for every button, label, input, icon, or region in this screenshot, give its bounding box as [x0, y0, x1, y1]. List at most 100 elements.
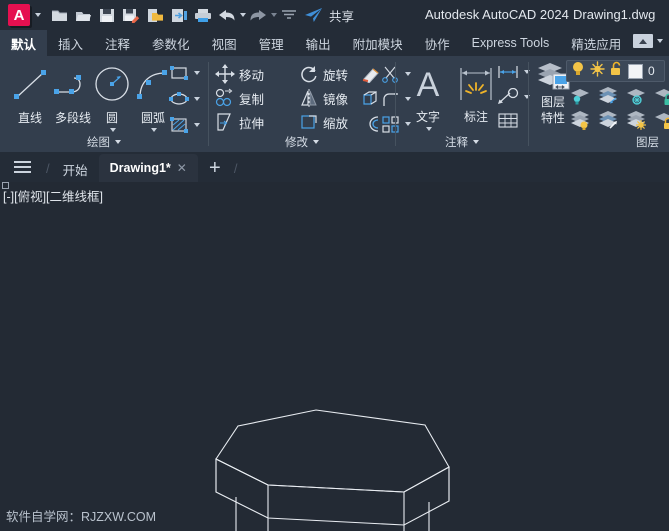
panel-draw-label[interactable]: 绘图	[0, 134, 208, 150]
panel-annotation-label[interactable]: 注释	[396, 134, 528, 150]
ribbon-tab-collaborate[interactable]: 协作	[414, 30, 461, 56]
ribbon-tab-bar: 默认 插入 注释 参数化 视图 管理 输出 附加模块 协作 Express To…	[0, 30, 669, 56]
layer-make-current-button[interactable]	[569, 110, 593, 130]
layer-properties-label-2: 特性	[540, 111, 565, 125]
ribbon-tab-manage[interactable]: 管理	[248, 30, 295, 56]
ribbon-minimize-icon[interactable]	[633, 34, 653, 48]
annotation-dimension-button[interactable]: 标注	[452, 61, 500, 125]
draw-rectangle-button[interactable]	[168, 64, 200, 82]
ribbon-tab-label: 视图	[211, 37, 237, 52]
ribbon-minimize-chevron-down-icon[interactable]	[657, 39, 663, 43]
open-from-web-icon[interactable]	[143, 2, 167, 28]
send-icon[interactable]	[301, 2, 325, 28]
modify-explode-button[interactable]	[360, 90, 382, 108]
layer-turn-all-on-button[interactable]	[625, 110, 649, 130]
draw-hatch-chevron-down-icon[interactable]	[194, 123, 200, 127]
share-button[interactable]: 共享	[329, 6, 354, 25]
ribbon-minimize-group	[633, 34, 663, 48]
layer-lock-button[interactable]	[653, 86, 669, 106]
draw-circle-chevron-down-icon[interactable]	[109, 128, 116, 132]
layer-freeze-button[interactable]	[597, 86, 621, 106]
quick-access-toolbar	[47, 0, 325, 30]
modify-erase-button[interactable]	[360, 65, 382, 83]
plot-icon[interactable]	[191, 2, 215, 28]
annotation-text-button[interactable]: A 文字	[404, 61, 452, 131]
panel-annotation-chevron-down-icon[interactable]	[473, 140, 479, 144]
redo-icon[interactable]	[246, 2, 270, 28]
modify-move-label: 移动	[239, 68, 265, 83]
layer-turn-all-on-icon	[627, 111, 647, 130]
current-layer-control[interactable]: 0	[566, 60, 665, 82]
panel-annotation: A 文字 标注 注释	[396, 56, 530, 152]
ribbon-tab-label: 精选应用	[571, 37, 622, 52]
file-tab-bar: / 开始 Drawing1* ✕ + /	[0, 152, 669, 182]
layer-lock-icon	[655, 89, 669, 105]
draw-hatch-button[interactable]	[168, 116, 200, 134]
explode-icon	[363, 90, 377, 105]
modify-copy-button[interactable]: 复制	[215, 88, 264, 108]
save-icon[interactable]	[95, 2, 119, 28]
modify-stretch-button[interactable]: 拉伸	[215, 112, 264, 132]
panel-draw-chevron-down-icon[interactable]	[115, 140, 121, 144]
layer-match-icon	[599, 111, 617, 129]
close-icon[interactable]: ✕	[177, 161, 187, 175]
layer-thaw-icon[interactable]	[590, 60, 605, 82]
application-menu-icon[interactable]	[0, 152, 44, 182]
layer-on-icon[interactable]	[571, 61, 585, 82]
ribbon-tab-addins[interactable]: 附加模块	[342, 30, 414, 56]
save-to-web-icon[interactable]	[167, 2, 191, 28]
layer-match-button[interactable]	[597, 110, 621, 130]
draw-ellipse-button[interactable]	[168, 90, 200, 108]
customize-icon[interactable]	[277, 2, 301, 28]
layer-off-button[interactable]	[625, 86, 649, 106]
panel-layers-label[interactable]: 图层	[529, 134, 669, 150]
save-as-icon[interactable]	[119, 2, 143, 28]
draw-rectangle-chevron-down-icon[interactable]	[194, 71, 200, 75]
ribbon-tab-output[interactable]: 输出	[295, 30, 342, 56]
annotation-leader-button[interactable]	[496, 88, 530, 106]
ribbon-tab-label: 注释	[105, 37, 131, 52]
draw-ellipse-chevron-down-icon[interactable]	[194, 97, 200, 101]
offset-icon	[369, 116, 379, 132]
annotation-text-label: 文字	[415, 110, 440, 124]
stretch-icon	[217, 113, 231, 131]
ribbon-tab-featured-apps[interactable]: 精选应用	[560, 30, 632, 56]
drawing-canvas[interactable]: [-][俯视][二维线框] 软件自学网：RJZXW.COM	[0, 182, 669, 531]
undo-icon[interactable]	[215, 2, 239, 28]
new-file-icon[interactable]	[47, 2, 71, 28]
cap-bottom-face	[215, 458, 450, 526]
layer-isolate-button[interactable]	[569, 86, 593, 106]
ribbon-tab-insert[interactable]: 插入	[47, 30, 94, 56]
file-tab-start-label: 开始	[62, 163, 88, 178]
file-tab-start[interactable]: 开始	[52, 156, 99, 182]
annotation-linear-dimension-button[interactable]	[496, 64, 530, 80]
modify-copy-label: 复制	[239, 92, 265, 107]
ribbon-tab-annotate[interactable]: 注释	[94, 30, 141, 56]
title-bar: A 共享 Autodesk AutoCAD 2024 Drawing1.dwg	[0, 0, 669, 30]
layer-unlock-tool-button[interactable]	[653, 110, 669, 130]
modify-offset-button[interactable]	[360, 115, 382, 133]
ellipse-icon	[169, 92, 189, 105]
draw-arc-chevron-down-icon[interactable]	[150, 128, 157, 132]
open-file-icon[interactable]	[71, 2, 95, 28]
ribbon-tab-parametric[interactable]: 参数化	[141, 30, 201, 56]
file-tab-drawing1[interactable]: Drawing1* ✕	[98, 154, 198, 182]
ribbon-tab-view[interactable]: 视图	[201, 30, 248, 56]
modify-stretch-label: 拉伸	[239, 116, 265, 131]
new-tab-button[interactable]: +	[198, 154, 232, 182]
layer-color-swatch[interactable]	[628, 63, 643, 79]
erase-icon	[362, 68, 379, 83]
annotation-text-chevron-down-icon[interactable]	[425, 127, 432, 131]
scale-icon	[301, 115, 317, 129]
modify-move-button[interactable]: 移动	[215, 64, 264, 84]
ribbon-tab-default[interactable]: 默认	[0, 30, 48, 56]
autocad-logo-icon[interactable]: A	[8, 4, 30, 26]
layer-unlock-icon[interactable]	[610, 61, 623, 82]
app-menu-chevron-down-icon[interactable]	[35, 13, 41, 17]
annotation-table-button[interactable]	[496, 112, 520, 130]
tab-separator: /	[233, 161, 238, 176]
panel-modify-chevron-down-icon[interactable]	[313, 140, 319, 144]
text-icon: A	[408, 61, 448, 107]
layer-freeze-icon	[599, 87, 617, 104]
ribbon-tab-express-tools[interactable]: Express Tools	[461, 30, 561, 56]
